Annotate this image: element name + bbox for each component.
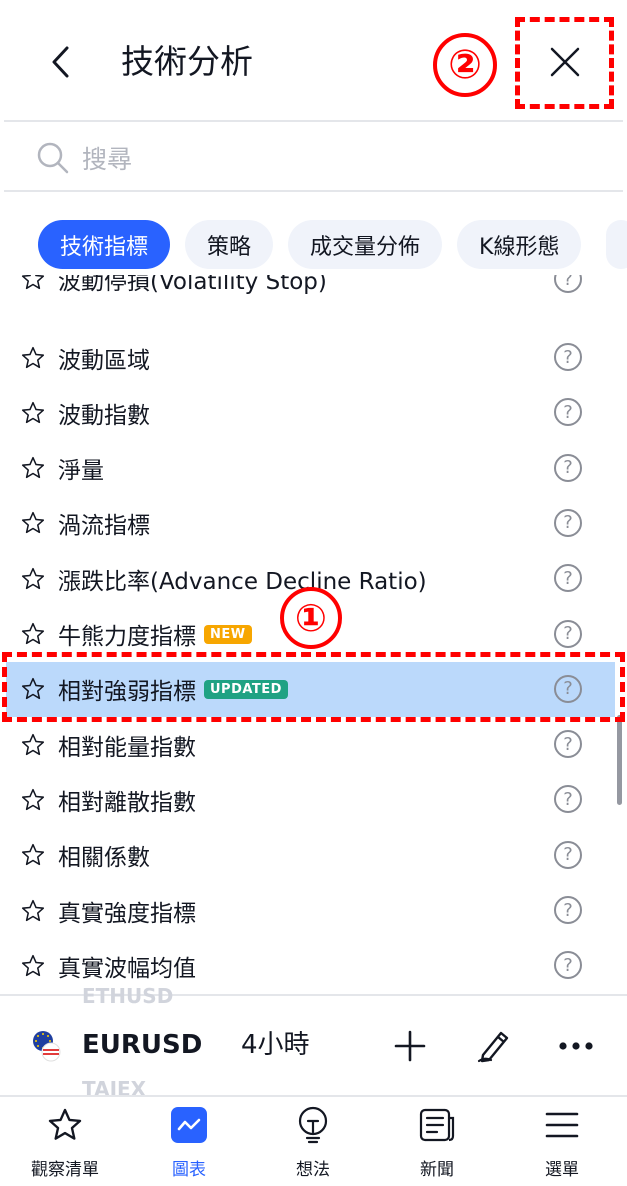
help-icon[interactable]: ? (554, 896, 582, 924)
list-item-label: 波動指數 (58, 402, 150, 429)
divider (4, 120, 623, 122)
nav-item-label: 新聞 (420, 1160, 454, 1180)
menu-icon (545, 1112, 579, 1138)
star-icon[interactable] (20, 455, 46, 481)
help-icon[interactable]: ? (554, 785, 582, 814)
help-icon[interactable]: ? (554, 951, 582, 980)
list-item[interactable]: 波動停損(Volatility Stop) ? (6, 275, 615, 306)
nav-item-label: 選單 (545, 1160, 579, 1180)
chevron-left-icon (52, 46, 69, 78)
list-item[interactable]: 相對能量指數? (6, 717, 615, 772)
help-icon[interactable]: ? (554, 343, 582, 371)
help-icon[interactable]: ? (554, 619, 582, 648)
list-item[interactable]: 淨量? (6, 441, 615, 496)
search-field[interactable]: 搜尋 (36, 138, 132, 178)
nav-item-chart[interactable]: 圖表 (139, 1105, 239, 1180)
list-item[interactable]: 波動區域? (6, 330, 615, 385)
help-icon[interactable]: ? (554, 275, 582, 293)
star-icon[interactable] (20, 345, 46, 371)
help-icon[interactable]: ? (554, 508, 582, 537)
search-icon (37, 142, 69, 174)
star-icon (48, 1108, 82, 1140)
star-icon[interactable] (20, 732, 46, 758)
ghost-symbol-above: ETHUSD (82, 984, 174, 1008)
star-icon[interactable] (20, 510, 46, 536)
star-icon[interactable] (20, 275, 46, 292)
plus-icon (394, 1030, 426, 1062)
search-input[interactable]: 搜尋 (82, 140, 132, 176)
nav-item-label: 想法 (296, 1160, 330, 1180)
scrollbar[interactable] (617, 715, 622, 805)
help-icon[interactable]: ? (554, 840, 582, 869)
news-icon (419, 1108, 455, 1142)
annotation-marker-1: ① (280, 587, 342, 649)
chip-overflow[interactable] (606, 220, 627, 269)
help-icon[interactable]: ? (554, 730, 582, 759)
chip-volume-profile[interactable]: 成交量分佈 (288, 220, 443, 269)
list-item[interactable]: 渦流指標? (6, 496, 615, 551)
list-item-label: 波動停損(Volatility Stop) (58, 275, 327, 295)
nav-item-watchlist[interactable]: 觀察清單 (15, 1105, 115, 1180)
list-item[interactable]: 相關係數? (6, 828, 615, 883)
chip-strategies[interactable]: 策略 (185, 220, 274, 269)
interval-button[interactable]: 4小時 (241, 1028, 310, 1062)
nav-item-label: 圖表 (172, 1160, 206, 1180)
list-item-label: 渦流指標 (58, 513, 150, 540)
star-icon[interactable] (20, 787, 46, 813)
nav-item-label: 觀察清單 (31, 1160, 99, 1180)
page-title: 技術分析 (121, 42, 253, 81)
list-item-label: 淨量 (58, 458, 104, 485)
star-icon[interactable] (20, 400, 46, 426)
annotation-marker-2: ② (433, 33, 497, 97)
add-button[interactable] (390, 1026, 430, 1066)
list-item-label: 波動區域 (58, 347, 150, 374)
lightbulb-icon (298, 1106, 328, 1144)
chip-technical-indicators[interactable]: 技術指標 (38, 220, 171, 269)
list-item[interactable]: 波動指數? (6, 385, 615, 440)
nav-item-ideas[interactable]: 想法 (263, 1105, 363, 1180)
chip-candlestick-patterns[interactable]: K線形態 (457, 220, 582, 269)
star-icon[interactable] (20, 566, 46, 592)
list-item-label: 牛熊力度指標 (58, 624, 196, 650)
category-chips: 技術指標 策略 成交量分佈 K線形態 (38, 220, 582, 270)
more-button[interactable] (556, 1026, 596, 1066)
nav-item-menu[interactable]: 選單 (512, 1105, 612, 1180)
list-item-label: 漲跌比率(Advance Decline Ratio) (58, 568, 427, 595)
drawing-tools-button[interactable] (474, 1026, 514, 1066)
list-item-label: 真實波幅均值 (58, 955, 196, 982)
eu-us-flag-icon (33, 1031, 61, 1062)
star-icon[interactable] (20, 898, 46, 924)
star-icon[interactable] (20, 953, 46, 979)
new-badge: NEW (204, 624, 252, 644)
list-item-label: 真實強度指標 (58, 900, 196, 927)
list-item[interactable]: 真實強度指標? (6, 883, 615, 938)
nav-item-news[interactable]: 新聞 (387, 1105, 487, 1180)
header: 技術分析 ② (0, 0, 627, 122)
star-icon[interactable] (20, 842, 46, 868)
chart-icon (171, 1107, 207, 1143)
divider (4, 190, 623, 192)
list-item-label: 相對離散指數 (58, 789, 196, 816)
annotation-box-row (2, 652, 625, 722)
star-icon[interactable] (20, 621, 46, 647)
symbol-button[interactable]: EURUSD (82, 1028, 202, 1062)
help-icon[interactable]: ? (554, 398, 582, 427)
pen-icon (477, 1031, 509, 1063)
help-icon[interactable]: ? (554, 564, 582, 593)
back-button[interactable] (40, 40, 80, 84)
list-item[interactable]: 相對離散指數? (6, 772, 615, 827)
more-dots-icon (559, 1042, 593, 1050)
list-item-label: 相對能量指數 (58, 734, 196, 761)
annotation-box-close (515, 17, 614, 109)
list-item-label: 相關係數 (58, 845, 150, 872)
help-icon[interactable]: ? (554, 453, 582, 482)
